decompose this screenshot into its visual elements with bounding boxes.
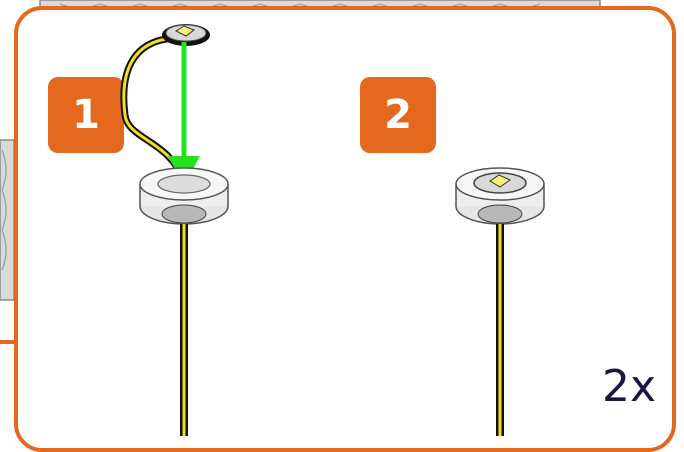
- assembly-scene: [120, 24, 545, 436]
- transparent-round-plate: [139, 167, 229, 225]
- insert-arrow: [168, 42, 200, 186]
- quantity-label: 2x: [601, 361, 656, 412]
- step-2-illustration: [455, 167, 545, 436]
- step-1-illustration: [120, 24, 229, 436]
- assembled-round-plate: [455, 167, 545, 225]
